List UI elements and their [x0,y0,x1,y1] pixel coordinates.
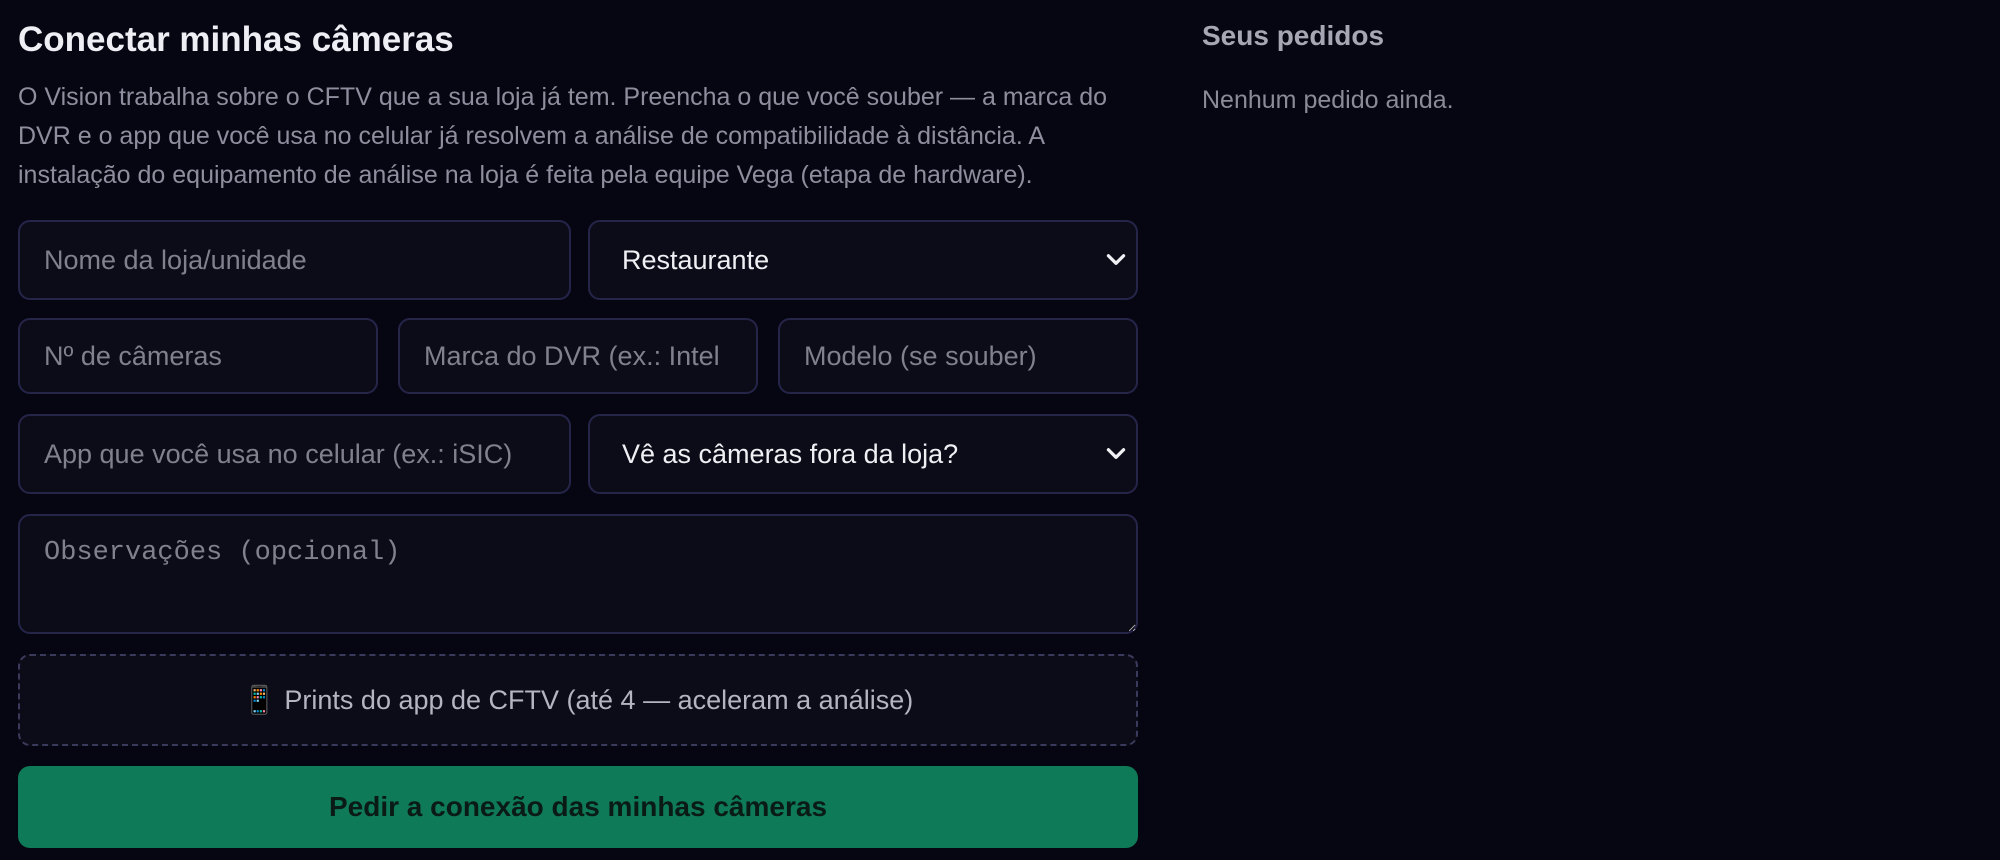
upload-label: Prints do app de CFTV (até 4 — aceleram … [284,684,914,715]
segment-select[interactable]: Restaurante [588,220,1138,300]
cftv-screenshots-upload[interactable]: 📱 Prints do app de CFTV (até 4 — acelera… [18,654,1138,746]
remote-view-select[interactable]: Vê as câmeras fora da loja? [588,414,1138,494]
notes-textarea[interactable] [18,514,1138,634]
camera-count-input[interactable] [18,318,378,394]
orders-empty-message: Nenhum pedido ainda. [1202,86,1454,114]
mobile-app-input[interactable] [18,414,571,494]
store-name-input[interactable] [18,220,571,300]
orders-title: Seus pedidos [1202,20,1385,51]
dvr-brand-input[interactable] [398,318,758,394]
form-intro: O Vision trabalha sobre o CFTV que a sua… [18,83,1108,189]
dvr-model-input[interactable] [778,318,1138,394]
form-title: Conectar minhas câmeras [18,20,454,59]
request-connection-button[interactable]: Pedir a conexão das minhas câmeras [18,766,1138,848]
phone-icon: 📱 [242,685,277,715]
page: Conectar minhas câmeras O Vision trabalh… [0,0,2000,860]
